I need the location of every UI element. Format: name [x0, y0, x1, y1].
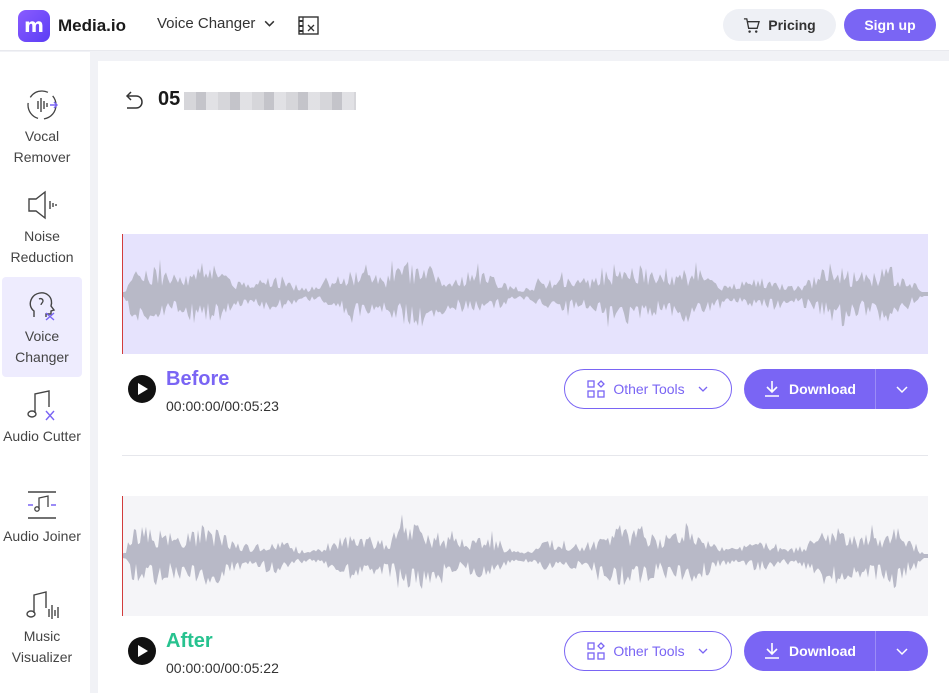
sidebar-label: Noise Reduction: [10, 228, 74, 265]
before-time: 00:00:00/00:05:23: [166, 398, 279, 414]
before-waveform[interactable]: [122, 234, 928, 354]
logo-text: Media.io: [58, 16, 127, 35]
apps-grid-icon: [587, 642, 606, 660]
speaker-icon: [28, 190, 57, 220]
after-waveform[interactable]: [122, 496, 928, 616]
chevron-down-icon: [698, 386, 708, 392]
download-icon: [765, 643, 780, 659]
before-download-button[interactable]: Download: [744, 369, 928, 409]
other-tools-label: Other Tools: [613, 381, 685, 397]
sidebar-item-audio-cutter[interactable]: Audio Cutter: [2, 377, 82, 477]
pricing-button[interactable]: Pricing: [723, 9, 836, 41]
play-icon: [138, 645, 148, 657]
tool-sidebar: Vocal Remover Noise Reduction Voice Chan…: [0, 52, 90, 693]
sidebar-item-audio-joiner[interactable]: Audio Joiner: [2, 477, 82, 577]
before-download-options[interactable]: [876, 369, 928, 409]
after-download-options[interactable]: [876, 631, 928, 671]
undo-icon[interactable]: [122, 91, 144, 111]
pricing-label: Pricing: [768, 17, 816, 33]
sidebar-label: Audio Joiner: [3, 528, 81, 544]
before-other-tools-button[interactable]: Other Tools: [564, 369, 732, 409]
logo[interactable]: m Media.io: [18, 10, 126, 42]
before-waveform-graphic: [122, 259, 928, 328]
music-visualizer-icon: [26, 591, 59, 619]
download-label: Download: [789, 643, 856, 659]
chevron-down-icon: [265, 20, 275, 27]
sidebar-item-vocal-remover[interactable]: Vocal Remover: [2, 77, 82, 177]
chevron-down-icon: [896, 648, 908, 656]
playhead-after[interactable]: [122, 496, 123, 616]
after-label: After: [166, 630, 213, 652]
sidebar-item-voice-changer[interactable]: Voice Changer: [2, 277, 82, 377]
download-icon: [765, 381, 780, 397]
before-play-button[interactable]: [128, 375, 156, 403]
voice-changer-icon: [29, 292, 56, 321]
playhead-before[interactable]: [122, 234, 123, 354]
nav-dropdown-label: Voice Changer: [157, 15, 256, 32]
top-header: m Media.io Voice Changer Pricing Sign up: [0, 0, 949, 51]
sidebar-item-music-visualizer[interactable]: Music Visualizer: [2, 577, 82, 677]
signup-button[interactable]: Sign up: [844, 9, 936, 41]
apps-grid-icon: [587, 380, 606, 398]
sidebar-label: Music Visualizer: [11, 628, 73, 665]
editor-panel: 05 Before 00:00:00/00:05:23 Other Tools …: [98, 61, 949, 693]
file-title: 05: [158, 88, 181, 110]
download-label: Download: [789, 381, 856, 397]
voice-changer-nav-dropdown[interactable]: Voice Changer: [157, 15, 276, 32]
cart-icon: [744, 17, 761, 33]
sidebar-label: Voice Changer: [15, 328, 69, 365]
sidebar-label: Audio Cutter: [3, 428, 81, 444]
redacted-filename: [184, 92, 356, 110]
video-tool-icon[interactable]: [298, 16, 319, 35]
before-label: Before: [166, 368, 230, 390]
before-download-main[interactable]: Download: [744, 369, 876, 409]
after-play-button[interactable]: [128, 637, 156, 665]
music-scissors-icon: [27, 390, 55, 421]
logo-mark: m: [18, 10, 50, 42]
chevron-down-icon: [896, 386, 908, 394]
after-waveform-graphic: [122, 514, 928, 589]
music-join-icon: [28, 491, 56, 519]
sidebar-label: Vocal Remover: [13, 128, 71, 165]
play-icon: [138, 383, 148, 395]
chevron-down-icon: [698, 648, 708, 654]
vocal-remover-icon: [27, 90, 58, 120]
after-download-main[interactable]: Download: [744, 631, 876, 671]
after-time: 00:00:00/00:05:22: [166, 660, 279, 676]
after-other-tools-button[interactable]: Other Tools: [564, 631, 732, 671]
other-tools-label: Other Tools: [613, 643, 685, 659]
sidebar-item-noise-reduction[interactable]: Noise Reduction: [2, 177, 82, 277]
section-divider: [122, 455, 928, 456]
after-download-button[interactable]: Download: [744, 631, 928, 671]
